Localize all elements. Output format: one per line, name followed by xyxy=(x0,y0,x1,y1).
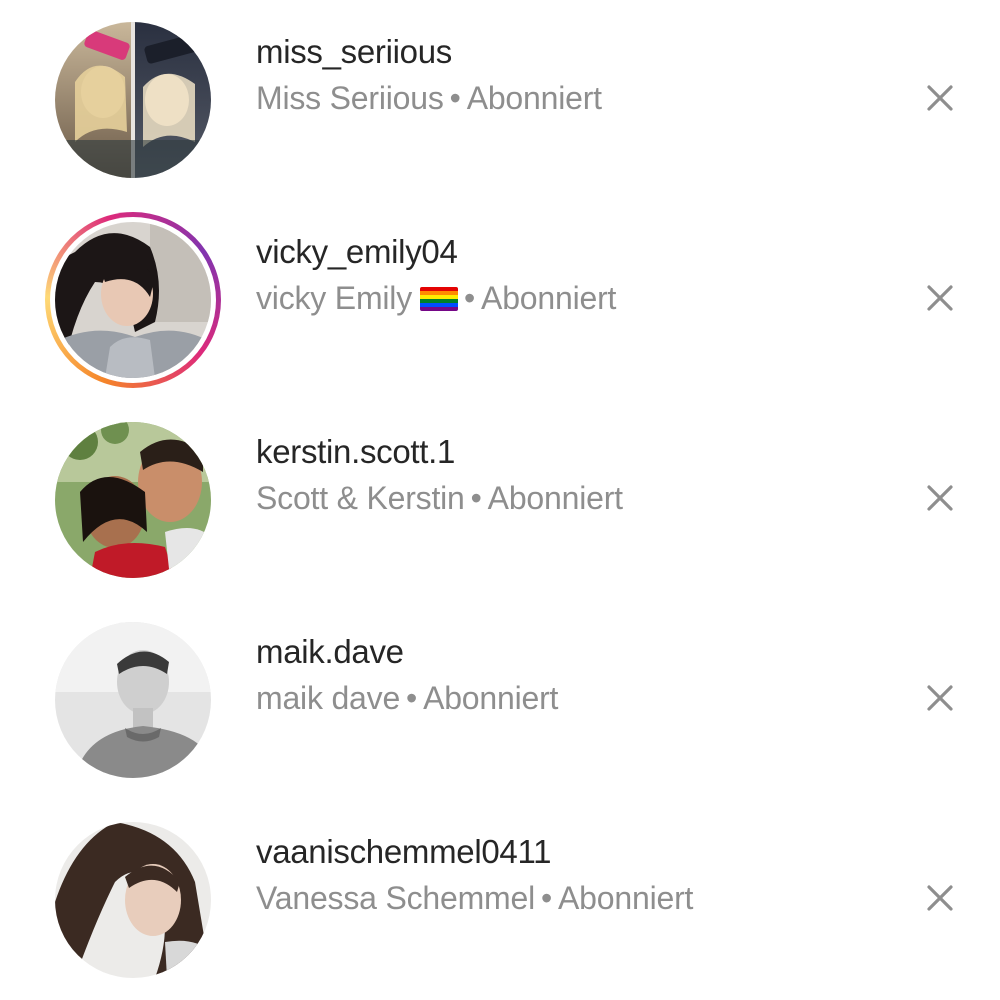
close-icon[interactable] xyxy=(920,278,960,318)
subtitle: vicky Emily • Abonniert xyxy=(256,274,616,322)
suggestion-row[interactable]: kerstin.scott.1 Scott & Kerstin • Abonnier… xyxy=(0,400,1000,600)
rainbow-flag-icon xyxy=(420,287,459,311)
avatar-photo xyxy=(55,622,211,778)
avatar-photo xyxy=(55,22,211,178)
display-name: maik dave xyxy=(256,680,401,716)
avatar[interactable] xyxy=(55,622,211,778)
avatar[interactable] xyxy=(55,422,211,578)
username[interactable]: vaanischemmel0411 xyxy=(256,830,693,874)
separator-dot: • xyxy=(464,280,476,316)
avatar[interactable] xyxy=(55,22,211,178)
follow-status: Abonniert xyxy=(481,280,617,316)
follow-status: Abonniert xyxy=(487,480,623,516)
separator-dot: • xyxy=(541,880,553,916)
display-name: Scott & Kerstin xyxy=(256,480,465,516)
username[interactable]: vicky_emily04 xyxy=(256,230,616,274)
avatar-photo xyxy=(55,822,211,978)
separator-dot: • xyxy=(470,480,482,516)
separator-dot: • xyxy=(406,680,418,716)
follow-status: Abonniert xyxy=(466,80,602,116)
username[interactable]: maik.dave xyxy=(256,630,558,674)
subtitle: Vanessa Schemmel • Abonniert xyxy=(256,874,693,922)
close-icon[interactable] xyxy=(920,878,960,918)
close-icon[interactable] xyxy=(920,78,960,118)
avatar[interactable] xyxy=(55,822,211,978)
avatar[interactable] xyxy=(45,212,221,388)
follow-status: Abonniert xyxy=(558,880,694,916)
username[interactable]: kerstin.scott.1 xyxy=(256,430,623,474)
suggestion-row[interactable]: maik.dave maik dave • Abonniert xyxy=(0,600,1000,800)
username[interactable]: miss_seriious xyxy=(256,30,602,74)
close-icon[interactable] xyxy=(920,678,960,718)
separator-dot: • xyxy=(449,80,461,116)
display-name: vicky Emily xyxy=(256,280,413,316)
avatar-photo xyxy=(55,222,211,378)
avatar-photo xyxy=(55,422,211,578)
suggestion-row[interactable]: miss_seriious Miss Seriious • Abonniert xyxy=(0,0,1000,200)
close-icon[interactable] xyxy=(920,478,960,518)
subtitle: Miss Seriious • Abonniert xyxy=(256,74,602,122)
suggestion-row[interactable]: vicky_emily04 vicky Emily • Abonniert xyxy=(0,200,1000,400)
display-name: Miss Seriious xyxy=(256,80,444,116)
subtitle: Scott & Kerstin • Abonniert xyxy=(256,474,623,522)
suggestion-row[interactable]: vaanischemmel0411 Vanessa Schemmel • Abonn… xyxy=(0,800,1000,1000)
subtitle: maik dave • Abonniert xyxy=(256,674,558,722)
suggestion-list: miss_seriious Miss Seriious•Abonniert xyxy=(0,0,1000,995)
follow-status: Abonniert xyxy=(423,680,559,716)
display-name: Vanessa Schemmel xyxy=(256,880,536,916)
